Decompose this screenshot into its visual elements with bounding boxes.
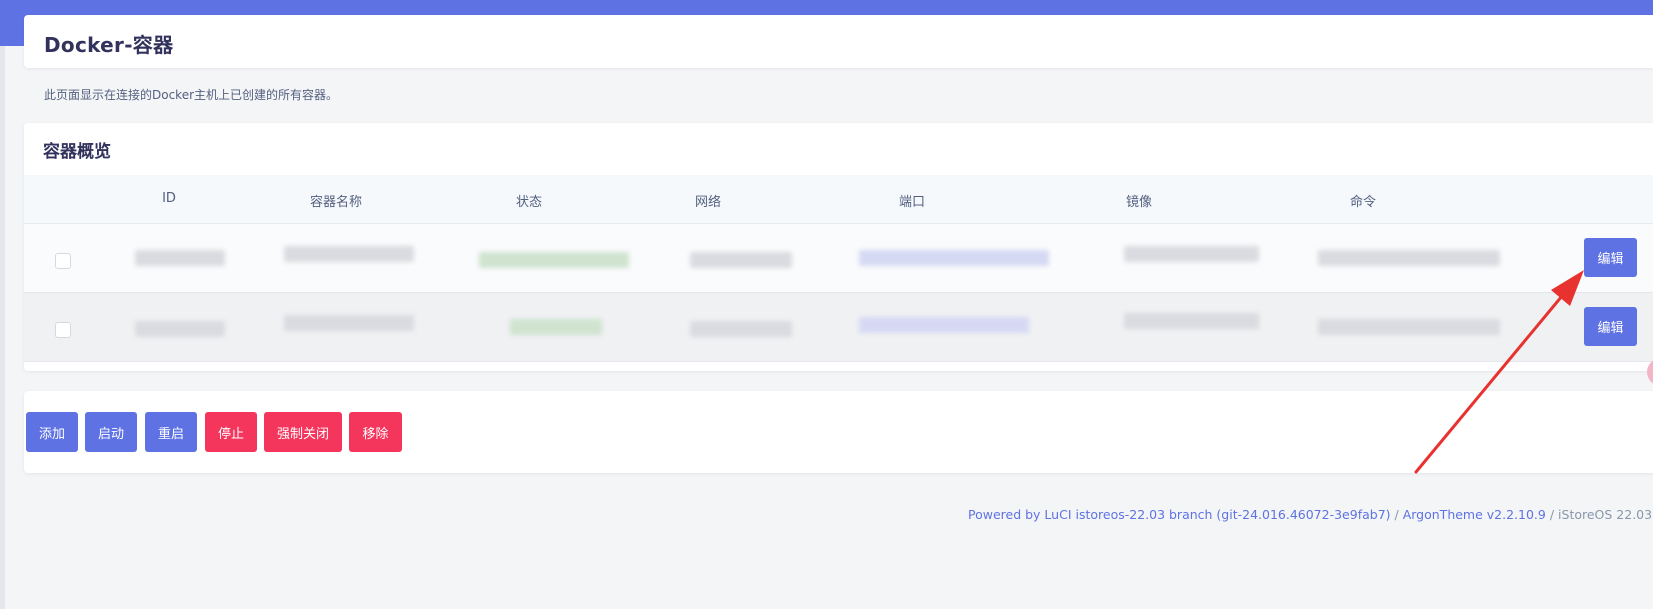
red-arrow-annotation-icon bbox=[1414, 270, 1584, 474]
